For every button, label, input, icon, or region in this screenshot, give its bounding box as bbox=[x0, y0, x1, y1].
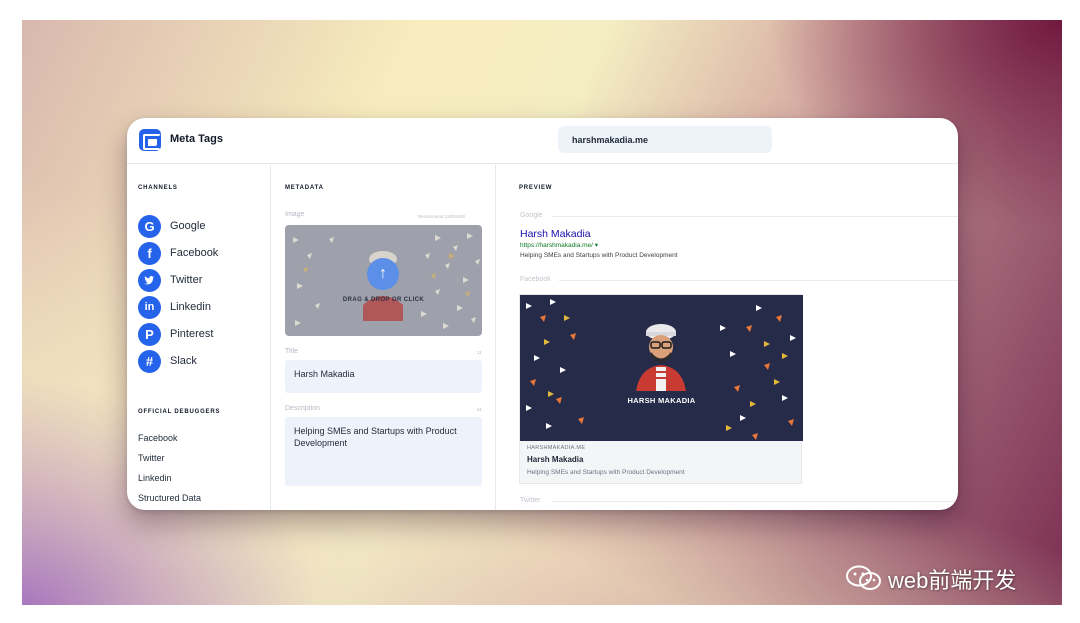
channels-panel: CHANNELS G Google f Facebook Twitter in … bbox=[127, 165, 271, 510]
facebook-preview-card: HARSH MAKADIA HARSHMAKADIA.ME Harsh Maka… bbox=[519, 294, 803, 484]
google-result-title[interactable]: Harsh Makadia bbox=[520, 228, 591, 240]
channel-label: Twitter bbox=[170, 274, 203, 286]
facebook-card-description: Helping SMEs and Startups with Product D… bbox=[527, 469, 685, 476]
channel-label: Linkedin bbox=[170, 301, 211, 313]
channel-google[interactable]: G Google bbox=[138, 215, 258, 238]
drop-instructions: DRAG & DROP OR CLICK bbox=[342, 297, 425, 303]
image-size-hint: Recommend 1200×628 bbox=[418, 214, 465, 219]
description-textarea[interactable]: Helping SMEs and Startups with Product D… bbox=[285, 417, 482, 486]
channel-slack[interactable]: # Slack bbox=[138, 350, 258, 373]
preview-panel: PREVIEW Google Harsh Makadia https://har… bbox=[497, 165, 958, 510]
debugger-link-twitter[interactable]: Twitter bbox=[138, 453, 165, 463]
channel-linkedin[interactable]: in Linkedin bbox=[138, 296, 258, 319]
avatar-illustration bbox=[526, 299, 796, 440]
channel-pinterest[interactable]: P Pinterest bbox=[138, 323, 258, 346]
facebook-image-caption: HARSH MAKADIA bbox=[627, 396, 696, 405]
channel-label: Pinterest bbox=[170, 328, 214, 340]
channel-facebook[interactable]: f Facebook bbox=[138, 242, 258, 265]
google-icon: G bbox=[138, 215, 161, 238]
url-input[interactable]: harshmakadia.me bbox=[558, 126, 772, 153]
image-dropzone[interactable]: ↑ DRAG & DROP OR CLICK bbox=[285, 225, 482, 336]
debugger-link-structured-data[interactable]: Structured Data bbox=[138, 493, 201, 503]
google-result-description: Helping SMEs and Startups with Product D… bbox=[520, 252, 678, 259]
twitter-preview-label: Twitter bbox=[520, 497, 541, 504]
description-label: Description bbox=[285, 405, 321, 412]
debugger-link-facebook[interactable]: Facebook bbox=[138, 433, 178, 443]
app-window: Meta Tags harshmakadia.me CHANNELS G Goo… bbox=[127, 118, 958, 510]
upload-arrow-icon: ↑ bbox=[367, 258, 399, 290]
caret-down-icon: ▾ bbox=[594, 242, 599, 249]
debuggers-heading: OFFICIAL DEBUGGERS bbox=[138, 409, 221, 415]
divider bbox=[559, 280, 958, 281]
description-char-counter: 61 bbox=[477, 407, 483, 412]
debugger-link-linkedin[interactable]: Linkedin bbox=[138, 473, 172, 483]
preview-heading: PREVIEW bbox=[519, 185, 553, 191]
meta-tags-logo-icon[interactable] bbox=[139, 129, 161, 151]
facebook-icon: f bbox=[138, 242, 161, 265]
watermark-text: web前端开发 bbox=[888, 568, 1017, 593]
facebook-preview-label: Facebook bbox=[520, 276, 551, 283]
channel-twitter[interactable]: Twitter bbox=[138, 269, 258, 292]
divider bbox=[552, 501, 958, 502]
title-input[interactable]: Harsh Makadia bbox=[285, 360, 482, 393]
channels-heading: CHANNELS bbox=[138, 185, 178, 191]
channel-label: Slack bbox=[170, 355, 197, 367]
facebook-card-title: Harsh Makadia bbox=[527, 455, 584, 464]
channel-label: Google bbox=[170, 220, 206, 232]
title-label: Title bbox=[285, 348, 298, 355]
app-title: Meta Tags bbox=[170, 133, 223, 145]
facebook-card-domain: HARSHMAKADIA.ME bbox=[527, 445, 586, 451]
title-char-counter: 11 bbox=[477, 350, 482, 355]
twitter-icon bbox=[138, 269, 161, 292]
metadata-panel: METADATA Image Recommend 1200×628 ↑ DRAG… bbox=[272, 165, 496, 510]
pinterest-icon: P bbox=[138, 323, 161, 346]
google-preview-label: Google bbox=[520, 212, 543, 219]
google-result-url: https://harshmakadia.me/ ▾ bbox=[520, 241, 598, 249]
slack-icon: # bbox=[138, 350, 161, 373]
channel-label: Facebook bbox=[170, 247, 219, 259]
image-label: Image bbox=[285, 211, 305, 218]
linkedin-icon: in bbox=[138, 296, 161, 319]
top-bar: Meta Tags harshmakadia.me bbox=[127, 118, 958, 164]
wechat-icon bbox=[846, 565, 881, 590]
facebook-preview-image: HARSH MAKADIA bbox=[520, 295, 803, 441]
google-url-text: https://harshmakadia.me/ bbox=[520, 242, 593, 249]
divider bbox=[552, 216, 958, 217]
metadata-heading: METADATA bbox=[285, 185, 324, 191]
